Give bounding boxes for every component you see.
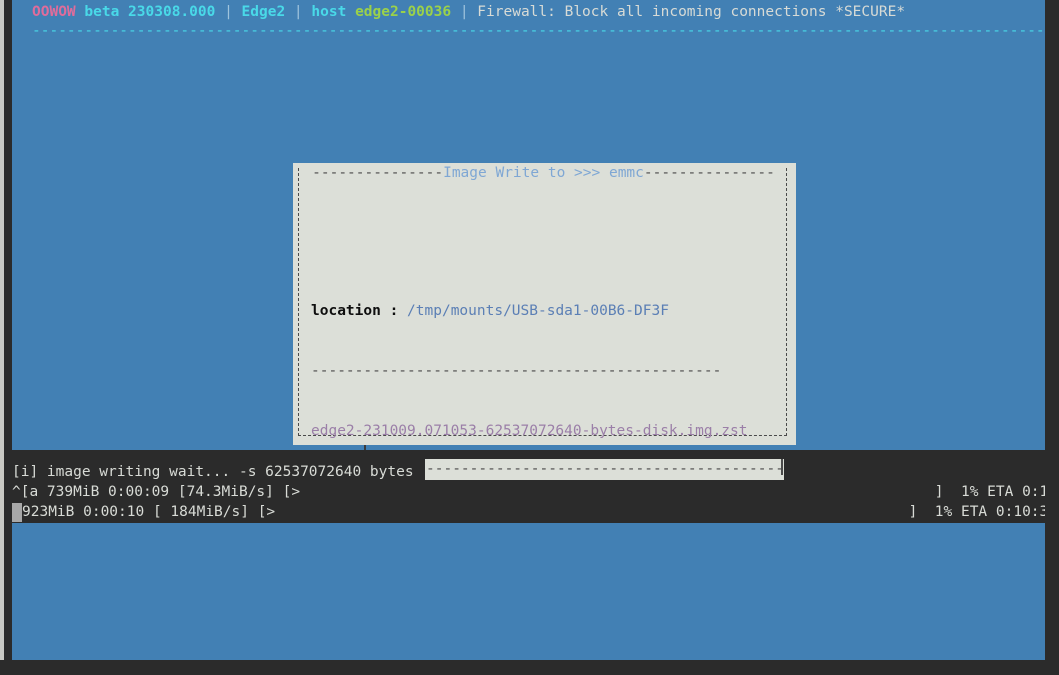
dialog-title-dash-right: --------------- xyxy=(644,165,775,181)
brand-label: OOWOW xyxy=(32,4,76,20)
terminal-cursor xyxy=(12,503,22,522)
window-bottom-edge xyxy=(0,660,1059,675)
header-separator-1: | xyxy=(215,4,241,20)
image-write-dialog: ---------------Image Write to >>> emmc--… xyxy=(293,163,796,445)
header-bar: OOWOW beta 230308.000 | Edge2 | host edg… xyxy=(32,3,905,21)
host-label: host xyxy=(311,4,346,20)
board-label: Edge2 xyxy=(242,4,286,20)
location-value: /tmp/mounts/USB-sda1-00B6-DF3F xyxy=(407,303,669,319)
window-left-gutter xyxy=(4,0,12,675)
divider-1: ----------------------------------------… xyxy=(311,361,781,381)
dialog-title-bar: ---------------Image Write to >>> emmc--… xyxy=(298,165,789,182)
dialog-title: Image Write to >>> emmc xyxy=(443,165,644,181)
dialog-title-dash-left: --------------- xyxy=(312,165,443,181)
version-label: beta 230308.000 xyxy=(84,4,215,20)
terminal-canvas: OOWOW beta 230308.000 | Edge2 | host edg… xyxy=(12,0,1045,660)
location-row: location : /tmp/mounts/USB-sda1-00B6-DF3… xyxy=(311,301,781,321)
header-separator-3: | xyxy=(451,4,477,20)
dialog-remnant-dashes: ----------------------------------------… xyxy=(426,462,782,476)
window-right-edge xyxy=(1045,0,1059,675)
host-name: edge2-00036 xyxy=(355,4,451,20)
header-separator-2: | xyxy=(285,4,311,20)
terminal-screen: OOWOW beta 230308.000 | Edge2 | host edg… xyxy=(0,0,1059,675)
dialog-body: location : /tmp/mounts/USB-sda1-00B6-DF3… xyxy=(311,201,781,445)
firewall-status: Firewall: Block all incoming connections… xyxy=(477,4,905,20)
filename-row: edge2-231009.071053-62537072640-bytes-di… xyxy=(311,421,781,441)
dialog-spacer-row xyxy=(311,241,781,261)
status-info-line: [i] image writing wait... -s 62537072640… xyxy=(12,462,414,482)
location-label: location : xyxy=(311,303,398,319)
header-divider: ----------------------------------------… xyxy=(32,23,1058,39)
progress-line-2: 923MiB 0:00:10 [ 184MiB/s] [> xyxy=(22,502,275,522)
image-filename: edge2-231009.071053-62537072640-bytes-di… xyxy=(311,423,748,439)
dialog-remnant-cap xyxy=(781,459,783,475)
progress-line-1: ^[a 739MiB 0:00:09 [74.3MiB/s] [> xyxy=(12,482,300,502)
dialog-border-remnant: ----------------------------------------… xyxy=(425,459,784,480)
eta-line-1: ] 1% ETA 0:11 xyxy=(935,482,1057,502)
eta-line-2: ] 1% ETA 0:10:35 xyxy=(909,502,1057,522)
